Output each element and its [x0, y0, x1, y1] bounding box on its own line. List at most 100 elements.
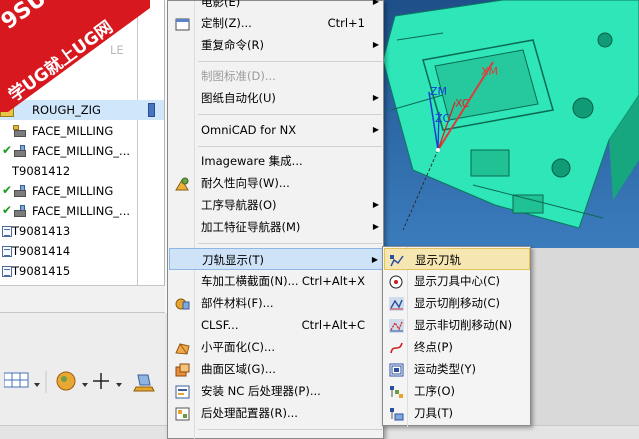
menu-item-label: 曲面区域(G)...	[201, 362, 276, 376]
menu-item-durability-wizard[interactable]: 耐久性向导(W)...	[169, 172, 383, 194]
submenu-item-label: 显示刀具中心(C)	[414, 274, 501, 288]
menu-item-feature-navigator[interactable]: 加工特征导航器(M) ▶	[169, 216, 383, 238]
complete-check-icon: ✔	[2, 2, 13, 16]
complete-check-icon: ✔	[2, 143, 13, 157]
nav-row-label: FACE_MILLING_...	[32, 144, 131, 158]
menu-item-toolpath-display[interactable]: 刀轨显示(T) ▶	[169, 248, 383, 270]
menu-item-customize[interactable]: 定制(Z)... Ctrl+1	[169, 12, 383, 34]
crosshair-icon[interactable]	[93, 373, 109, 389]
menu-item-operation-navigator[interactable]: 工序导航器(O) ▶	[169, 194, 383, 216]
nav-row-label: FACE_MILLING_...	[32, 204, 131, 218]
nav-row[interactable]: ✔ FACE_MILLING_...	[0, 141, 164, 161]
nav-row[interactable]: FACE_MILLING	[0, 121, 164, 141]
menu-item-label: Imageware 集成...	[201, 154, 303, 168]
nav-row[interactable]: LE	[0, 40, 164, 60]
submenu-item-tool-center[interactable]: 显示刀具中心(C)	[384, 270, 530, 292]
nav-row-label: T9081415	[12, 264, 71, 278]
zm-label: ZM	[430, 85, 447, 98]
zig-operation-icon	[0, 103, 14, 117]
menu-item-imageware[interactable]: Imageware 集成...	[169, 150, 383, 172]
menu-item-clsf[interactable]: CLSF... Ctrl+Alt+C	[169, 314, 383, 336]
xm-label: XM	[481, 65, 498, 78]
submenu-item-label: 显示刀轨	[415, 253, 461, 267]
durability-wizard-icon	[175, 176, 190, 191]
menu-item-omnicad[interactable]: OmniCAD for NX ▶	[169, 119, 383, 141]
part-material-icon	[175, 296, 190, 310]
nav-row[interactable]: ✔	[0, 20, 164, 40]
menu-separator	[198, 429, 382, 430]
menu-item-label: 安装 NC 后处理器(P)...	[201, 384, 321, 398]
nav-row[interactable]: T9081413	[0, 221, 164, 241]
menu-item-label: 小平面化(C)...	[201, 340, 275, 354]
nav-row-label: T9081414	[12, 244, 71, 258]
nav-row-label: T9081412	[12, 164, 71, 178]
bottom-toolbar	[0, 313, 170, 425]
submenu-item-label: 终点(P)	[414, 340, 453, 354]
nav-row[interactable]: T9081415	[0, 261, 164, 281]
xc-label: XC	[455, 97, 470, 110]
nav-row[interactable]	[0, 60, 164, 80]
menu-item-label: CLSF...	[201, 318, 239, 332]
nav-row-label: FACE_MILLING	[32, 124, 114, 138]
chevron-down-icon[interactable]	[116, 383, 122, 387]
nav-row-label: FACE_MILLING	[32, 184, 114, 198]
nav-row[interactable]: T9081412	[0, 161, 164, 181]
submenu-arrow-icon: ▶	[372, 222, 379, 231]
menu-item-label: 加工特征导航器(M)	[201, 220, 301, 234]
submenu-arrow-icon: ▶	[371, 255, 378, 264]
menu-item-drawing-automation[interactable]: 图纸自动化(U) ▶	[169, 87, 383, 109]
menu-item-drafting-standard: 制图标准(D)...	[169, 65, 383, 87]
face-milling-icon	[13, 125, 29, 138]
menu-item-label: OmniCAD for NX	[201, 123, 297, 137]
submenu-item-label: 显示非切削移动(N)	[414, 318, 513, 332]
template-icon	[2, 246, 12, 257]
endpoint-icon	[389, 340, 404, 354]
chevron-down-icon[interactable]	[34, 383, 40, 387]
sphere-tool-icon[interactable]	[56, 371, 76, 391]
install-postprocessor-icon	[175, 384, 190, 399]
face-milling-icon	[13, 145, 29, 158]
nav-row[interactable]: ✔ FACE_MILLING_...	[0, 201, 164, 221]
menu-item-install-postprocessor[interactable]: 安装 NC 后处理器(P)...	[169, 380, 383, 402]
toolpath-display-submenu: 显示刀轨 显示刀具中心(C) 显示切削移动(C) 显示非切削移动(N) 终点(P…	[382, 246, 531, 427]
facet-icon	[175, 340, 190, 355]
menu-item-label: 耐久性向导(W)...	[201, 176, 290, 190]
menu-item-part-material[interactable]: 部件材料(F)...	[169, 292, 383, 314]
tool-center-icon	[389, 274, 404, 289]
submenu-item-endpoint[interactable]: 终点(P)	[384, 336, 530, 358]
nav-row[interactable]: T9081414	[0, 241, 164, 261]
menu-item-repeat-command[interactable]: 重复命令(R) ▶	[169, 34, 383, 56]
navigator-details-bar	[0, 285, 165, 313]
face-milling-icon	[13, 185, 29, 198]
submenu-item-show-toolpath[interactable]: 显示刀轨	[384, 248, 530, 270]
nav-row-selected[interactable]: ROUGH_ZIG	[0, 100, 164, 120]
post-configurator-icon	[175, 406, 190, 421]
menu-item-post-configurator[interactable]: 后处理配置器(R)...	[169, 402, 383, 424]
menu-item-surface-region[interactable]: 曲面区域(G)...	[169, 358, 383, 380]
operation-navigator: ✔ ✔ LE ✔ ROUGH_ZIG FACE_MILLING ✔ FACE_M…	[0, 0, 165, 285]
submenu-item-noncut-motion[interactable]: 显示非切削移动(N)	[384, 314, 530, 336]
nav-row[interactable]: ✔	[0, 80, 164, 100]
submenu-item-operation[interactable]: 工序(O)	[384, 380, 530, 402]
grid-view-icon[interactable]	[4, 372, 29, 388]
menu-item-facet[interactable]: 小平面化(C)...	[169, 336, 383, 358]
surface-region-icon	[175, 362, 190, 377]
submenu-item-cut-motion[interactable]: 显示切削移动(C)	[384, 292, 530, 314]
submenu-item-label: 工序(O)	[414, 384, 456, 398]
nav-row[interactable]: ✔	[0, 0, 164, 20]
noncut-motion-icon	[389, 318, 404, 333]
menu-item-label: 重复命令(R)	[201, 38, 264, 52]
template-icon	[2, 226, 12, 237]
nav-row-label: LE	[110, 43, 124, 57]
chevron-down-icon[interactable]	[82, 383, 88, 387]
menu-separator	[198, 114, 382, 115]
complete-check-icon: ✔	[2, 203, 13, 217]
tool-holder-icon[interactable]	[133, 374, 155, 392]
menu-item-turning-cross-section[interactable]: 车加工横截面(N)... Ctrl+Alt+X	[169, 270, 383, 292]
complete-check-icon: ✔	[2, 82, 13, 96]
submenu-item-tool[interactable]: 刀具(T)	[384, 402, 530, 424]
submenu-item-motion-type[interactable]: 运动类型(Y)	[384, 358, 530, 380]
nav-row[interactable]: ✔ FACE_MILLING	[0, 181, 164, 201]
graphics-viewport[interactable]: XM ZM XC ZC	[383, 0, 639, 248]
submenu-arrow-icon: ▶	[372, 200, 379, 209]
